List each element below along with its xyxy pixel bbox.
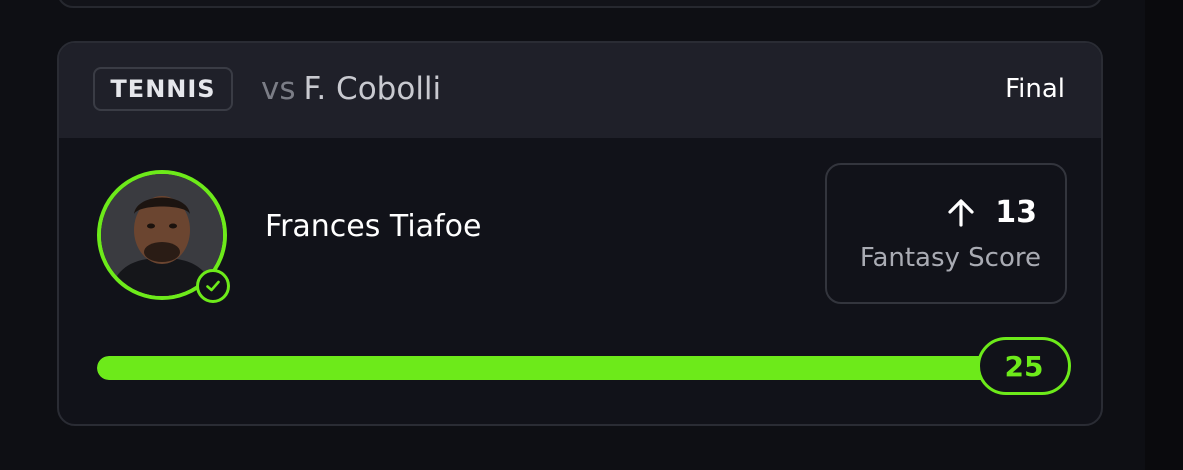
arrow-up-icon [948,198,974,227]
line-value-badge: 25 [977,337,1071,395]
game-status: Final [1005,74,1065,104]
card-header: TENNIS vs F. Cobolli Final [59,43,1101,138]
progress-bar [97,356,997,380]
sport-badge: TENNIS [93,67,233,111]
opponent-name: F. Cobolli [303,71,442,107]
score-row: 13 [945,195,1037,230]
fantasy-score-box: 13 Fantasy Score [825,163,1067,304]
pick-card[interactable]: TENNIS vs F. Cobolli Final Frances Tiafoe [57,41,1103,426]
check-icon [196,269,230,303]
vs-label: vs [261,71,296,107]
player-name: Frances Tiafoe [265,209,482,244]
score-value: 13 [995,195,1037,230]
previous-card[interactable] [57,0,1103,8]
matchup: vs F. Cobolli [261,69,441,109]
side-strip [1145,0,1183,470]
score-label: Fantasy Score [859,243,1041,273]
progress-fill [97,356,997,380]
page: TENNIS vs F. Cobolli Final Frances Tiafoe [0,0,1183,470]
